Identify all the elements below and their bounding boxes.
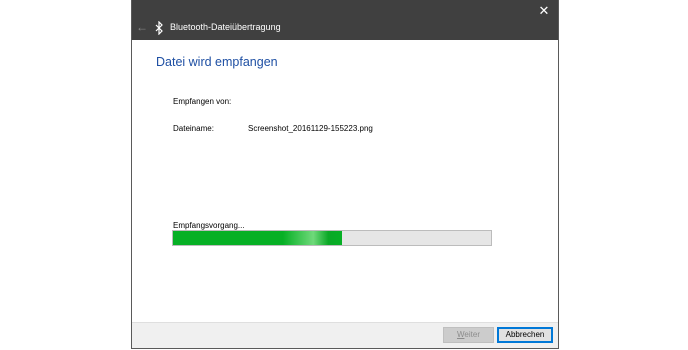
back-arrow-icon[interactable]: ← [135,20,149,34]
cancel-button[interactable]: Abbrechen [497,327,553,343]
next-button-label: Weiter [457,330,480,339]
dialog-window: ← Bluetooth-Dateiübertragung ✕ Datei wir… [131,0,559,349]
progress-label: Empfangsvorgang... [173,221,245,230]
bluetooth-icon [155,21,163,35]
progress-fill [173,231,342,245]
title-bar: ← Bluetooth-Dateiübertragung ✕ [132,0,558,40]
button-bar: Weiter Abbrechen [132,322,558,348]
received-from-label: Empfangen von: [173,97,232,106]
next-button[interactable]: Weiter [443,327,494,343]
window-title: Bluetooth-Dateiübertragung [170,22,281,32]
close-icon[interactable]: ✕ [536,3,552,19]
page-heading: Datei wird empfangen [156,55,278,69]
filename-value: Screenshot_20161129-155223.png [248,124,373,133]
filename-label: Dateiname: [173,124,214,133]
progress-bar [172,230,492,246]
